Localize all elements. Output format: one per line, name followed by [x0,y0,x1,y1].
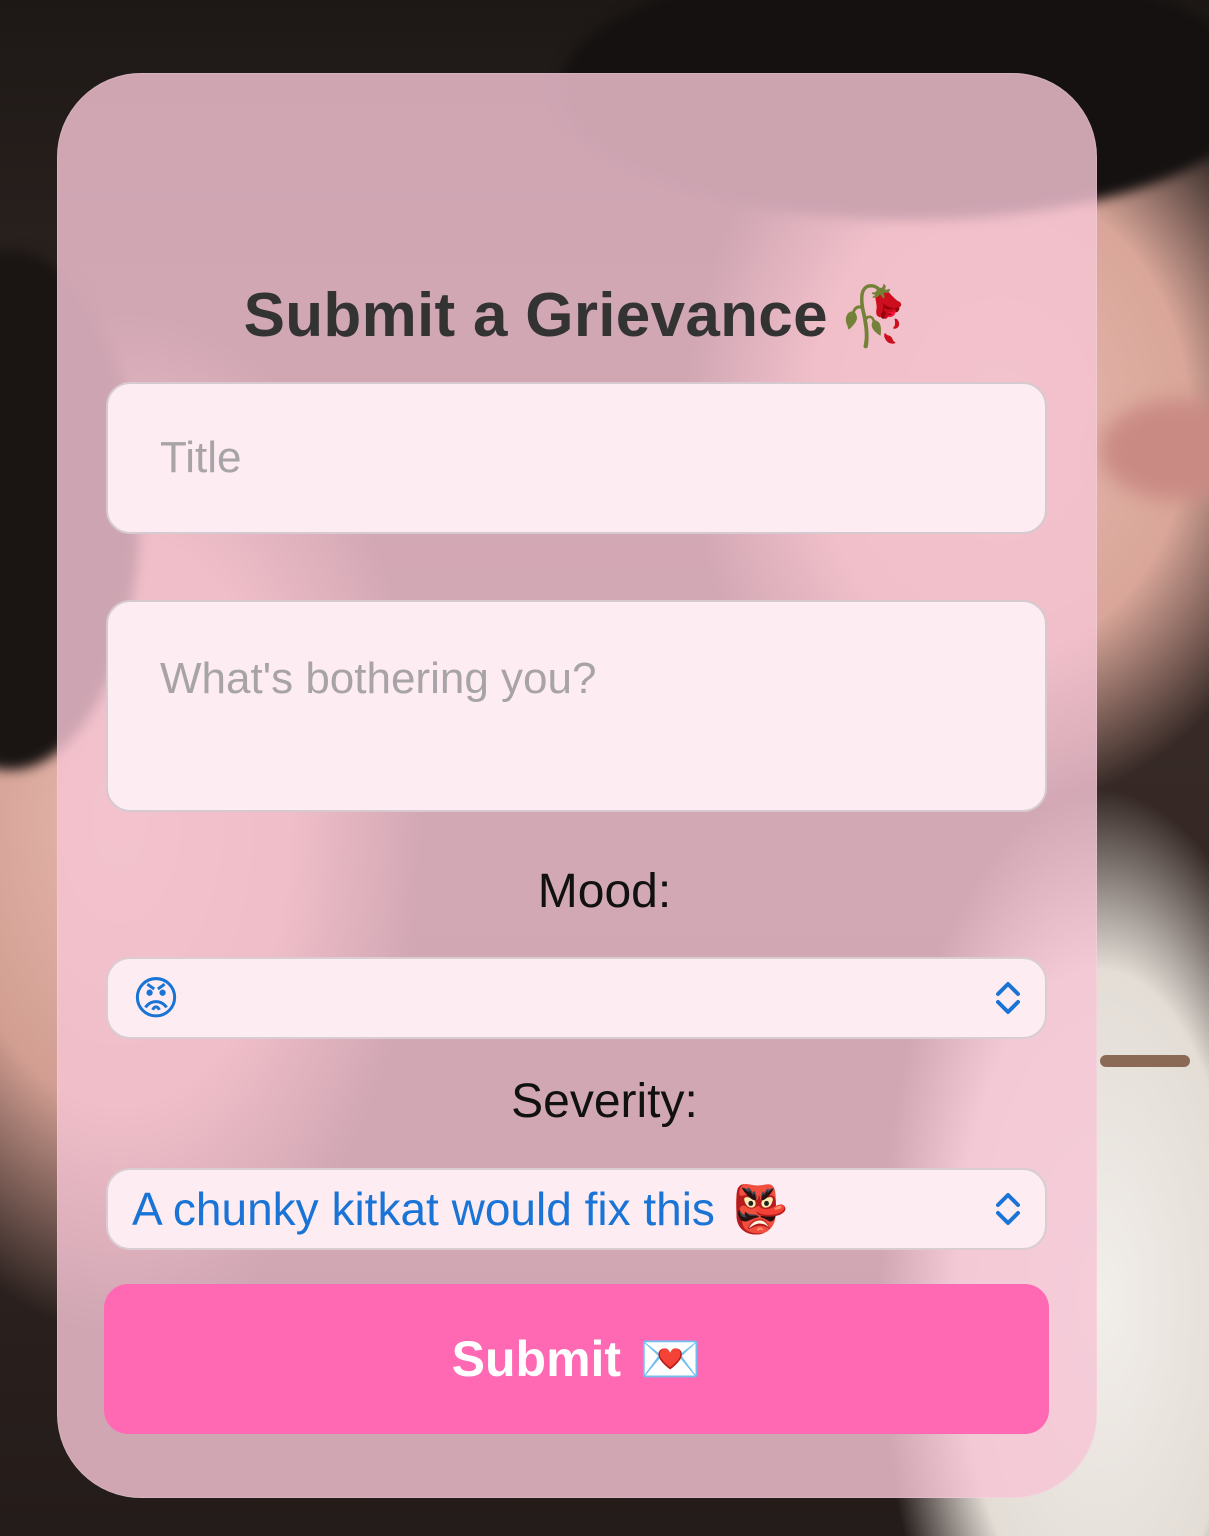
chevron-updown-icon [996,982,1020,1014]
title-input[interactable] [108,384,1045,532]
severity-value-text: A chunky kitkat would fix this [132,1183,715,1235]
mood-select[interactable]: 😡 [106,957,1047,1039]
goblin-mask-icon: 👺 [730,1182,789,1235]
love-letter-icon: 💌 [639,1330,702,1387]
form-title: Submit a Grievance 🥀 [57,276,1097,357]
severity-label: Severity: [511,1075,698,1128]
severity-select[interactable]: A chunky kitkat would fix this 👺 [106,1168,1047,1250]
severity-selected-value: A chunky kitkat would fix this 👺 [132,1182,788,1237]
wilted-rose-icon: 🥀 [837,284,911,349]
background-bracelet [1100,1055,1190,1067]
submit-button[interactable]: Submit 💌 [104,1284,1049,1434]
chevron-updown-icon [996,1193,1020,1225]
mood-label: Mood: [537,865,672,918]
description-field[interactable] [106,600,1047,812]
angry-face-icon: 😡 [132,972,180,1024]
submit-button-label: Submit [451,1331,622,1387]
background-face-detail [1100,400,1209,500]
description-textarea[interactable] [108,602,1045,810]
title-input-field[interactable] [106,382,1047,534]
form-title-text: Submit a Grievance [243,281,828,350]
